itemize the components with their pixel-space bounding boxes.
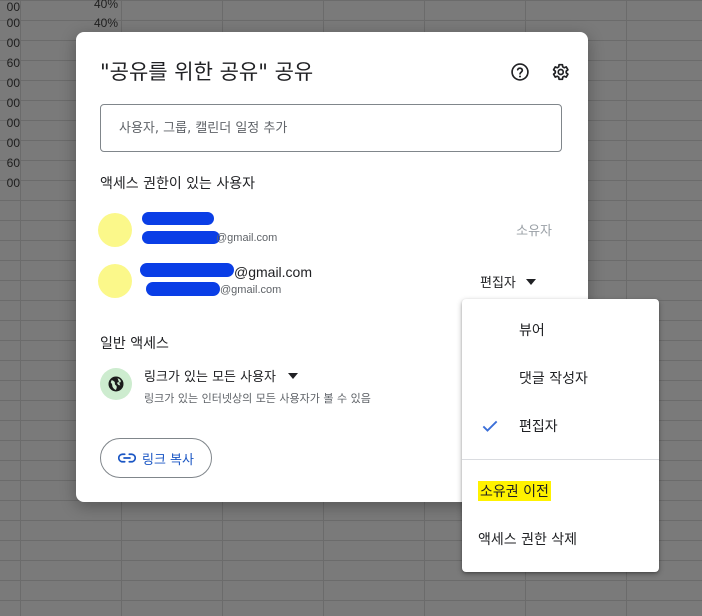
general-access-description: 링크가 있는 인터넷상의 모든 사용자가 볼 수 있음 [144, 392, 371, 405]
email-suffix: @gmail.com [216, 232, 278, 244]
menu-item-label: 액세스 권한 삭제 [478, 532, 578, 548]
owner-role-label: 소유자 [516, 224, 552, 239]
check-icon [482, 420, 498, 432]
menu-item-label: 뷰어 [519, 323, 545, 339]
role-dropdown-label: 편집자 [480, 276, 516, 291]
cell-value: 00 [6, 136, 20, 150]
email-suffix: @gmail.com [220, 284, 282, 296]
menu-item-label: 편집자 [519, 419, 558, 435]
cell-value: 40% [93, 0, 118, 11]
link-icon [118, 453, 136, 463]
caret-down-icon [288, 372, 298, 379]
menu-item-label: 댓글 작성자 [519, 371, 588, 387]
email-primary-suffix: @gmail.com [234, 264, 313, 280]
cell-value: 60 [6, 56, 20, 70]
cell-value: 00 [6, 176, 20, 190]
role-menu: 뷰어 댓글 작성자 편집자 소유권 이전 액세스 권한 삭제 [462, 299, 659, 572]
menu-item-viewer[interactable]: 뷰어 [462, 308, 659, 352]
people-section-title: 액세스 권한이 있는 사용자 [100, 176, 256, 192]
menu-item-transfer-ownership[interactable]: 소유권 이전 [462, 469, 659, 513]
avatar [98, 213, 132, 247]
menu-item-editor[interactable]: 편집자 [462, 404, 659, 448]
general-access-title: 일반 액세스 [100, 336, 169, 352]
dialog-title: "공유를 위한 공유" 공유 [100, 60, 314, 84]
cell-value: 00 [6, 36, 20, 50]
cell-value: 00 [6, 16, 20, 30]
cell-value: 40% [93, 16, 118, 30]
menu-item-commenter[interactable]: 댓글 작성자 [462, 356, 659, 400]
redacted-name [140, 263, 234, 277]
redacted-email [146, 282, 220, 296]
cell-value: 60 [6, 156, 20, 170]
general-access-dropdown[interactable]: 링크가 있는 모든 사용자 [144, 366, 298, 385]
cell-value: 00 [6, 116, 20, 130]
redacted-email [142, 231, 220, 244]
globe-icon [100, 368, 132, 400]
cell-value: 00 [6, 96, 20, 110]
add-people-field[interactable] [100, 104, 562, 152]
redacted-name [142, 212, 214, 225]
avatar [98, 264, 132, 298]
role-dropdown[interactable]: 편집자 [480, 272, 536, 291]
menu-item-label: 소유권 이전 [478, 481, 551, 501]
caret-down-icon [525, 278, 536, 285]
copy-link-label: 링크 복사 [142, 452, 194, 468]
cell-value: 00 [6, 0, 20, 14]
help-icon[interactable] [508, 60, 532, 84]
add-people-input[interactable] [101, 105, 561, 151]
cell-value: 00 [6, 76, 20, 90]
menu-divider [462, 459, 659, 460]
copy-link-button[interactable]: 링크 복사 [100, 438, 212, 478]
general-access-value: 링크가 있는 모든 사용자 [144, 370, 276, 385]
menu-item-remove-access[interactable]: 액세스 권한 삭제 [462, 517, 659, 561]
gear-icon[interactable] [548, 60, 572, 84]
